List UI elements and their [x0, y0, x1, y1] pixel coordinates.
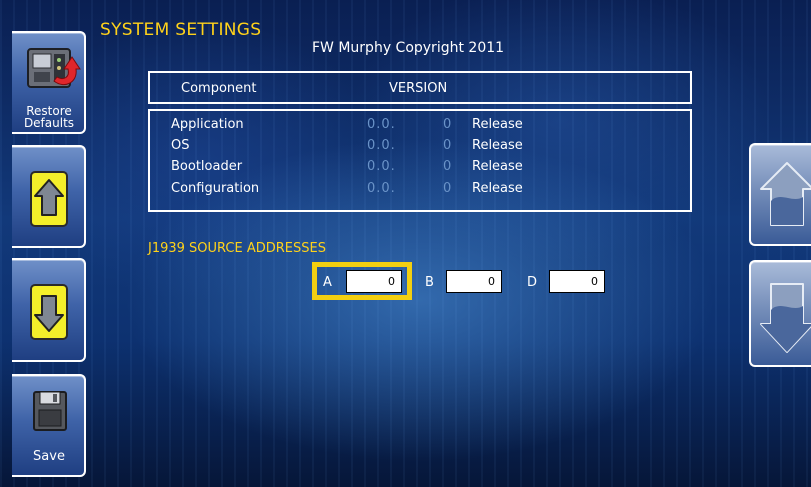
component-build: 0 — [443, 138, 452, 153]
component-status: Release — [472, 159, 523, 174]
system-settings-screen: SYSTEM SETTINGS FW Murphy Copyright 2011… — [0, 0, 811, 487]
address-label-a: A — [323, 275, 332, 290]
address-label-d: D — [527, 275, 538, 290]
down-arrow-icon — [30, 284, 68, 344]
component-version: 0.0. — [367, 117, 396, 132]
component-name: Bootloader — [171, 159, 243, 174]
save-icon — [32, 390, 68, 436]
component-version: 0.0. — [367, 159, 396, 174]
address-label-b: B — [425, 275, 434, 290]
address-field-d[interactable]: 0 — [549, 270, 605, 293]
up-arrow-icon — [30, 171, 68, 231]
down-button[interactable] — [12, 258, 86, 362]
version-table-body: Application 0.0. 0 Release OS 0.0. 0 Rel… — [148, 109, 692, 212]
table-row: Configuration 0.0. 0 Release — [150, 178, 690, 200]
source-addresses-heading: J1939 SOURCE ADDRESSES — [148, 241, 326, 256]
restore-label-line2: Defaults — [23, 116, 75, 130]
component-name: Configuration — [171, 181, 260, 196]
page-up-button[interactable] — [749, 143, 811, 246]
component-status: Release — [472, 181, 523, 196]
copyright-text: FW Murphy Copyright 2011 — [312, 40, 505, 56]
version-table-header: Component VERSION — [148, 71, 692, 104]
page-title: SYSTEM SETTINGS — [100, 20, 262, 40]
component-name: Application — [171, 117, 244, 132]
address-field-b[interactable]: 0 — [446, 270, 502, 293]
address-field-a[interactable]: 0 — [346, 270, 402, 293]
page-down-icon — [759, 276, 811, 360]
component-name: OS — [171, 138, 190, 153]
component-version: 0.0. — [367, 181, 396, 196]
table-row: Bootloader 0.0. 0 Release — [150, 156, 690, 178]
component-status: Release — [472, 117, 523, 132]
page-up-icon — [759, 159, 811, 235]
component-build: 0 — [443, 117, 452, 132]
save-button[interactable]: Save — [12, 374, 86, 477]
column-header-version: VERSION — [389, 81, 448, 96]
column-header-component: Component — [181, 81, 257, 96]
component-version: 0.0. — [367, 138, 396, 153]
component-build: 0 — [443, 159, 452, 174]
table-row: OS 0.0. 0 Release — [150, 135, 690, 157]
component-build: 0 — [443, 181, 452, 196]
restore-defaults-icon — [24, 43, 82, 99]
restore-defaults-button[interactable]: Restore Defaults — [12, 31, 86, 134]
up-button[interactable] — [12, 145, 86, 248]
page-down-button[interactable] — [749, 260, 811, 367]
component-status: Release — [472, 138, 523, 153]
save-label: Save — [33, 449, 65, 464]
table-row: Application 0.0. 0 Release — [150, 114, 690, 136]
